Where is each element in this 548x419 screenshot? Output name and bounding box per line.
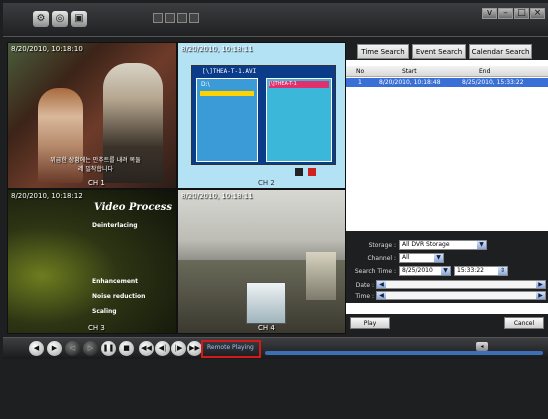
progress-knob[interactable]: ◂: [476, 342, 488, 351]
minimize-button[interactable]: –: [498, 8, 513, 19]
time-value: 15:33:22: [457, 267, 484, 274]
camera-timestamp: 8/20/2010, 10:18:11: [181, 45, 253, 53]
column-end[interactable]: End: [479, 68, 490, 75]
time-slider-label: Time :: [355, 293, 374, 300]
channel-label: CH 4: [258, 324, 275, 332]
channel-label: CH 1: [88, 179, 105, 187]
dropdown-window-button[interactable]: v: [482, 8, 497, 19]
playback-status: Remote Playing: [201, 340, 261, 358]
date-slider[interactable]: ◀ ▶: [376, 280, 546, 289]
previous-frame-icon[interactable]: ◀|: [155, 341, 170, 356]
channel-label: CH 2: [258, 179, 275, 187]
channel-value: All: [402, 254, 410, 261]
playback-control-bar: ◀ ▶ ◁ ▷ ❚❚ ■ ◀◀ ◀| |▶ ▶▶ Remote Playing …: [3, 337, 548, 359]
display-settings-icon[interactable]: ▣: [71, 11, 87, 27]
menu-item: Noise reduction: [92, 293, 146, 300]
search-form: Storage : All DVR Storage ▼ Channel : Al…: [346, 231, 548, 303]
play-button[interactable]: Play: [350, 317, 390, 329]
playback-icon: [308, 168, 316, 176]
step-back-icon[interactable]: ◁: [65, 341, 80, 356]
panel-button-row: Play Cancel: [346, 314, 548, 334]
pause-icon[interactable]: ❚❚: [101, 341, 116, 356]
search-panel: Time Search Event Search Calendar Search…: [346, 42, 548, 334]
tab-calendar-search[interactable]: Calendar Search: [469, 44, 532, 59]
play-icon[interactable]: ▶: [47, 341, 62, 356]
video-process-title: Video Process: [94, 202, 173, 213]
maximize-button[interactable]: □: [514, 8, 529, 19]
storage-select[interactable]: All DVR Storage ▼: [399, 240, 487, 250]
menu-item: Enhancement: [92, 278, 139, 285]
row-no: 1: [358, 79, 362, 86]
subtitle-text: 위급한 상황에는 만추트를 내려 목둘레 밀착합니다: [50, 157, 141, 173]
fast-forward-icon[interactable]: ▶▶: [187, 341, 202, 356]
stop-icon[interactable]: ■: [119, 341, 134, 356]
cancel-button[interactable]: Cancel: [504, 317, 544, 329]
layout-1-button[interactable]: [153, 13, 163, 23]
channel-select[interactable]: All ▼: [399, 253, 444, 263]
results-header: No Start End: [346, 66, 548, 77]
time-spinner[interactable]: 15:33:22 ⇕: [454, 266, 508, 276]
file-manager-window: [\]THEA-T-1.AVI D:\ [\]THEA-T-1: [191, 65, 336, 165]
camera-view-ch2[interactable]: 8/20/2010, 10:18:11 [\]THEA-T-1.AVI D:\ …: [177, 42, 346, 189]
spinner-icon[interactable]: ⇕: [498, 267, 507, 275]
column-no[interactable]: No: [356, 68, 364, 75]
camera-timestamp: 8/20/2010, 10:18:10: [11, 45, 83, 53]
selection-bar: [200, 91, 254, 96]
scroll-left-icon[interactable]: ◀: [377, 281, 386, 288]
date-value: 8/25/2010: [402, 267, 433, 274]
playback-icon: [295, 168, 303, 176]
camera-view-ch4[interactable]: 8/20/2010, 10:18:11 CH 4: [177, 189, 346, 334]
fast-backward-icon[interactable]: ◀◀: [139, 341, 154, 356]
camera-tools-icon[interactable]: ⚙: [33, 11, 49, 27]
top-toolbar: ⚙ ◎ ▣ v – □ ×: [3, 3, 548, 37]
menu-item: Scaling: [92, 308, 117, 315]
channel-label: Channel :: [367, 255, 396, 262]
layout-16-button[interactable]: [189, 13, 199, 23]
camera-timestamp: 8/20/2010, 10:18:11: [181, 192, 253, 200]
calendar-dropdown-icon[interactable]: ▼: [441, 267, 450, 275]
playback-progress-bar[interactable]: [265, 351, 543, 355]
storage-label: Storage :: [368, 242, 396, 249]
right-directory-label: [\]THEA-T-1: [269, 81, 329, 88]
video-grid: 8/20/2010, 10:18:10 위급한 상황에는 만추트를 내려 목둘레…: [7, 42, 346, 334]
office-equipment: [306, 252, 336, 300]
scroll-left-icon[interactable]: ◀: [377, 292, 386, 299]
camera-view-ch3[interactable]: 8/20/2010, 10:18:12 Video Process Deinte…: [7, 189, 177, 334]
layout-9-button[interactable]: [177, 13, 187, 23]
row-start: 8/20/2010, 10:18:48: [379, 79, 441, 86]
tab-event-search[interactable]: Event Search: [412, 44, 466, 59]
file-manager-title: [\]THEA-T-1.AVI: [202, 68, 257, 75]
column-start[interactable]: Start: [402, 68, 417, 75]
scroll-right-icon[interactable]: ▶: [536, 281, 545, 288]
office-equipment: [246, 282, 286, 324]
search-time-label: Search Time :: [354, 268, 396, 275]
tab-time-search[interactable]: Time Search: [357, 44, 409, 59]
rewind-icon[interactable]: ◀: [29, 341, 44, 356]
camera-timestamp: 8/20/2010, 10:18:12: [11, 192, 83, 200]
menu-item: Deinterlacing: [92, 222, 138, 229]
search-tabs: Time Search Event Search Calendar Search: [346, 42, 548, 60]
camera-view-ch1[interactable]: 8/20/2010, 10:18:10 위급한 상황에는 만추트를 내려 목둘레…: [7, 42, 177, 189]
chevron-down-icon[interactable]: ▼: [434, 254, 443, 262]
layout-4-button[interactable]: [165, 13, 175, 23]
table-row[interactable]: 1 8/20/2010, 10:18:48 8/25/2010, 15:33:2…: [346, 78, 548, 87]
close-button[interactable]: ×: [530, 8, 545, 19]
chevron-down-icon[interactable]: ▼: [477, 241, 486, 249]
next-frame-icon[interactable]: |▶: [171, 341, 186, 356]
time-slider[interactable]: ◀ ▶: [376, 291, 546, 300]
date-picker[interactable]: 8/25/2010 ▼: [399, 266, 451, 276]
left-directory-label: D:\: [201, 81, 210, 88]
channel-label: CH 3: [88, 324, 105, 332]
row-end: 8/25/2010, 15:33:22: [462, 79, 524, 86]
date-slider-label: Date :: [355, 282, 374, 289]
step-forward-icon[interactable]: ▷: [83, 341, 98, 356]
scroll-right-icon[interactable]: ▶: [536, 292, 545, 299]
right-directory-pane: [\]THEA-T-1: [266, 78, 332, 162]
storage-value: All DVR Storage: [402, 241, 450, 248]
record-settings-icon[interactable]: ◎: [52, 11, 68, 27]
left-directory-pane: D:\: [196, 78, 258, 162]
dvr-remote-player-window: ⚙ ◎ ▣ v – □ × 8/20/2010, 10:18:10 위급한 상황…: [0, 0, 548, 419]
